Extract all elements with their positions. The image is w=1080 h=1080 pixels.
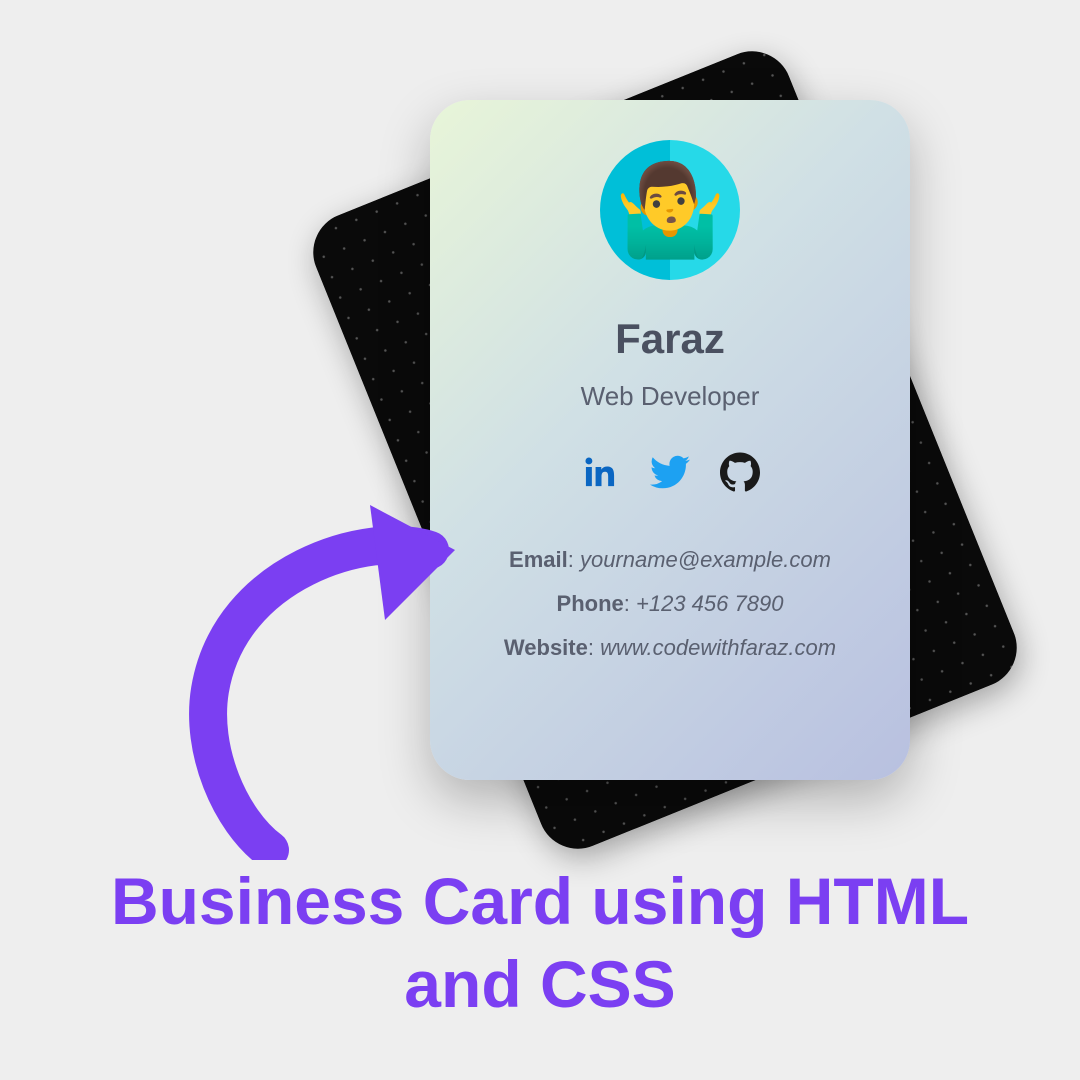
contact-info: Email: yourname@example.com Phone: +123 … [504, 547, 836, 661]
business-card: 🤷‍♂️ Faraz Web Developer Email: yourname… [430, 100, 910, 780]
website-label: Website [504, 635, 588, 660]
phone-value: +123 456 7890 [636, 591, 783, 616]
card-stack: 🤷‍♂️ Faraz Web Developer Email: yourname… [430, 100, 910, 800]
card-name: Faraz [615, 315, 725, 363]
card-role: Web Developer [581, 381, 760, 412]
website-line: Website: www.codewithfaraz.com [504, 635, 836, 661]
github-icon[interactable] [720, 452, 760, 497]
social-links [580, 452, 760, 497]
website-value: www.codewithfaraz.com [600, 635, 836, 660]
avatar-emoji: 🤷‍♂️ [614, 158, 726, 263]
curved-arrow-icon [120, 490, 460, 860]
twitter-icon[interactable] [650, 452, 690, 497]
email-value: yourname@example.com [580, 547, 831, 572]
headline: Business Card using HTML and CSS [60, 860, 1020, 1025]
email-label: Email [509, 547, 568, 572]
linkedin-icon[interactable] [580, 452, 620, 497]
phone-label: Phone [557, 591, 624, 616]
email-line: Email: yourname@example.com [509, 547, 831, 573]
phone-line: Phone: +123 456 7890 [557, 591, 784, 617]
avatar: 🤷‍♂️ [600, 140, 740, 280]
